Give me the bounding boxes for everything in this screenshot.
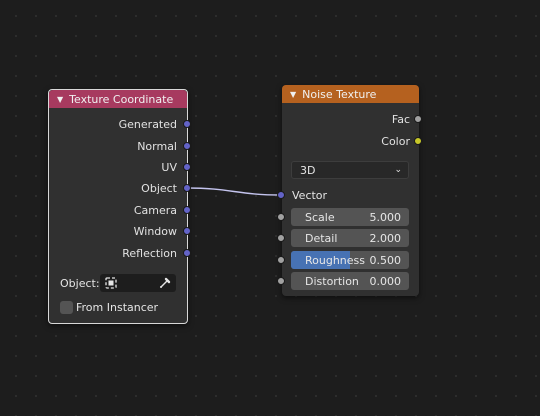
from-instancer-checkbox[interactable]	[60, 301, 73, 314]
chevron-down-icon[interactable]: ▼	[290, 90, 296, 99]
output-color-label: Color	[381, 135, 410, 148]
object-field[interactable]	[100, 274, 176, 292]
input-vector-socket[interactable]	[277, 191, 285, 199]
distortion-label: Distortion	[305, 274, 359, 288]
scale-value: 5.000	[369, 210, 402, 224]
output-reflection-label: Reflection	[122, 247, 177, 260]
input-roughness-socket[interactable]	[277, 256, 285, 264]
distortion-field[interactable]: Distortion 0.000	[291, 272, 409, 290]
output-window-socket[interactable]	[183, 227, 191, 235]
detail-label: Detail	[305, 231, 338, 245]
object-field-label: Object:	[60, 277, 100, 290]
scale-label: Scale	[305, 210, 335, 224]
output-window-label: Window	[133, 225, 177, 238]
output-object-label: Object	[141, 182, 177, 195]
output-color-socket[interactable]	[414, 137, 422, 145]
distortion-value: 0.000	[369, 274, 402, 288]
output-camera-socket[interactable]	[183, 206, 191, 214]
roughness-label: Roughness	[305, 253, 366, 267]
output-generated-label: Generated	[118, 118, 177, 131]
input-scale-socket[interactable]	[277, 213, 285, 221]
output-object-socket[interactable]	[183, 184, 191, 192]
output-reflection-socket[interactable]	[183, 249, 191, 257]
output-fac-label: Fac	[391, 113, 410, 126]
detail-value: 2.000	[369, 231, 402, 245]
scale-field[interactable]: Scale 5.000	[291, 208, 409, 226]
output-generated-socket[interactable]	[183, 120, 191, 128]
chevron-down-icon: ⌄	[394, 165, 402, 175]
texture-coordinate-title: Texture Coordinate	[69, 92, 174, 106]
detail-field[interactable]: Detail 2.000	[291, 229, 409, 247]
input-vector-label: Vector	[292, 189, 328, 202]
from-instancer-label: From Instancer	[76, 301, 159, 314]
output-uv-label: UV	[161, 161, 177, 174]
output-camera-label: Camera	[133, 204, 177, 217]
output-normal-socket[interactable]	[183, 142, 191, 150]
output-fac-socket[interactable]	[414, 115, 422, 123]
noise-texture-header[interactable]: ▼ Noise Texture	[282, 85, 419, 103]
input-detail-socket[interactable]	[277, 234, 285, 242]
noise-texture-title: Noise Texture	[302, 87, 377, 101]
roughness-value: 0.500	[369, 253, 402, 267]
input-distortion-socket[interactable]	[277, 277, 285, 285]
chevron-down-icon[interactable]: ▼	[57, 95, 63, 104]
output-uv-socket[interactable]	[183, 163, 191, 171]
eyedropper-icon[interactable]	[158, 276, 172, 290]
output-normal-label: Normal	[137, 140, 177, 153]
object-cube-icon	[105, 277, 117, 289]
dimensions-dropdown[interactable]: 3D ⌄	[291, 161, 409, 179]
roughness-slider[interactable]: Roughness 0.500	[291, 251, 409, 269]
texture-coordinate-header[interactable]: ▼ Texture Coordinate	[49, 90, 187, 108]
dimensions-value: 3D	[300, 163, 316, 177]
